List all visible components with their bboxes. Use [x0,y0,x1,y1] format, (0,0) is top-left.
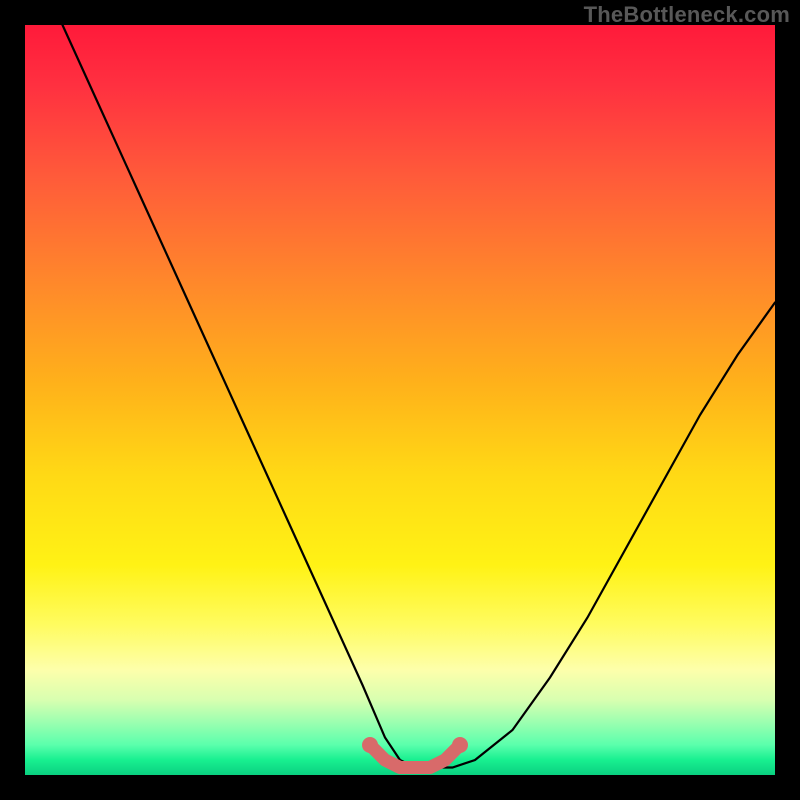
optimal-endpoint-dot [362,737,378,753]
plot-area [25,25,775,775]
bottleneck-curve-path [63,25,776,768]
optimal-zone-path [370,745,460,768]
optimal-endpoint-dot [452,737,468,753]
chart-svg [25,25,775,775]
watermark-text: TheBottleneck.com [584,2,790,28]
chart-frame: TheBottleneck.com [0,0,800,800]
